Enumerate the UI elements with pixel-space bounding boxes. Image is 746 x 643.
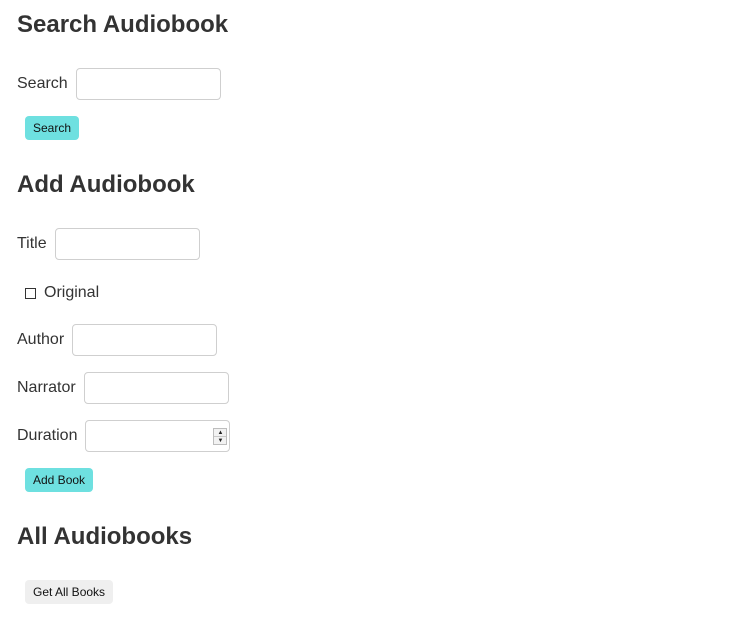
search-button[interactable]: Search xyxy=(25,116,80,140)
original-checkbox-row[interactable]: Original xyxy=(25,283,99,303)
spinner-down-icon[interactable]: ▼ xyxy=(214,436,227,444)
title-label: Title xyxy=(17,235,47,252)
add-section-heading: Add Audiobook xyxy=(17,171,195,198)
original-checkbox[interactable] xyxy=(25,287,36,299)
narrator-label: Narrator xyxy=(17,379,76,396)
audiobook-page: Search Audiobook Search Search Add Audio… xyxy=(0,0,746,643)
title-field: Title xyxy=(17,228,200,260)
author-field: Author xyxy=(17,324,218,356)
title-input[interactable] xyxy=(54,228,200,260)
duration-input[interactable]: ▲ ▼ xyxy=(85,420,231,452)
duration-label: Duration xyxy=(17,427,78,444)
search-section-heading: Search Audiobook xyxy=(17,11,229,38)
narrator-input[interactable] xyxy=(83,372,229,404)
search-field: Search xyxy=(17,68,221,100)
add-book-button[interactable]: Add Book xyxy=(25,468,94,492)
search-input[interactable] xyxy=(75,68,221,100)
search-label: Search xyxy=(17,75,68,92)
original-label: Original xyxy=(44,284,100,301)
spinner-up-icon[interactable]: ▲ xyxy=(214,429,226,436)
duration-spinner[interactable]: ▲ ▼ xyxy=(213,428,228,445)
get-all-books-button[interactable]: Get All Books xyxy=(25,580,114,604)
author-input[interactable] xyxy=(72,324,218,356)
author-label: Author xyxy=(17,331,65,348)
narrator-field: Narrator xyxy=(17,372,229,404)
duration-field: Duration ▲ ▼ xyxy=(17,420,231,452)
all-section-heading: All Audiobooks xyxy=(17,523,193,550)
